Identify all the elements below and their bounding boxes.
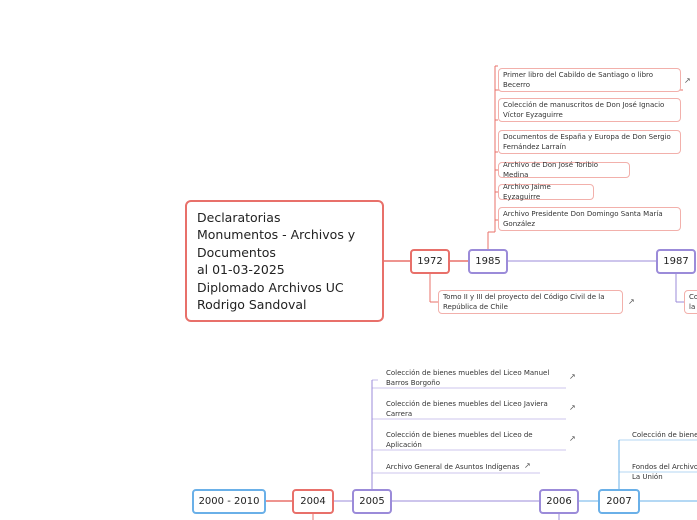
leaf-2007-1[interactable]: Colección de bienes	[628, 428, 697, 440]
year-label: 1987	[663, 256, 689, 267]
leaf-2005-4[interactable]: Archivo General de Asuntos Indígenas	[382, 460, 532, 472]
year-label: 2006	[546, 496, 572, 507]
year-2004-node[interactable]: 2004	[292, 489, 334, 514]
leaf-2007-2[interactable]: Fondos del Archivo La Unión	[628, 450, 697, 481]
leaf-text: Colección de bienes	[632, 431, 697, 439]
year-label: 1972	[417, 256, 443, 267]
year-2005-node[interactable]: 2005	[352, 489, 392, 514]
leaf-1985-6[interactable]: Archivo Presidente Don Domingo Santa Mar…	[498, 207, 681, 231]
leaf-1985-5[interactable]: Archivo Jaime Eyzaguirre	[498, 183, 594, 201]
year-label: 2005	[359, 496, 385, 507]
external-link-icon[interactable]: ↗	[569, 403, 577, 412]
year-label: 2000 - 2010	[198, 496, 260, 507]
leaf-2005-2[interactable]: Colección de bienes muebles del Liceo Ja…	[382, 397, 562, 419]
period-2000-2010-node[interactable]: 2000 - 2010	[192, 489, 266, 514]
leaf-text: Primer libro del Cabildo de Santiago o l…	[503, 71, 654, 89]
root-topic[interactable]: Declaratorias Monumentos - Archivos y Do…	[185, 200, 384, 322]
year-label: 2007	[606, 496, 632, 507]
external-link-icon[interactable]: ↗	[628, 297, 636, 306]
leaf-text: Tomo II y III del proyecto del Código Ci…	[443, 293, 605, 311]
external-link-icon[interactable]: ↗	[524, 461, 532, 470]
leaf-1985-2[interactable]: Colección de manuscritos de Don José Ign…	[498, 98, 681, 122]
leaf-text: Colección de bienes muebles del Liceo Ma…	[386, 369, 550, 387]
leaf-2005-1[interactable]: Colección de bienes muebles del Liceo Ma…	[382, 366, 562, 388]
leaf-1985-4[interactable]: Archivo de Don José Toribio Medina	[498, 161, 630, 179]
year-1972-node[interactable]: 1972	[410, 249, 450, 274]
leaf-1985-1[interactable]: Primer libro del Cabildo de Santiago o l…	[498, 68, 681, 92]
leaf-1985-3[interactable]: Documentos de España y Europa de Don Ser…	[498, 130, 681, 154]
leaf-text: Archivo Presidente Don Domingo Santa Mar…	[503, 210, 663, 228]
root-title: Declaratorias Monumentos - Archivos y Do…	[197, 209, 356, 313]
year-label: 2004	[300, 496, 326, 507]
leaf-text: Colección de bienes muebles del Liceo Ja…	[386, 400, 548, 418]
year-1985-node[interactable]: 1985	[468, 249, 508, 274]
leaf-1987-1[interactable]: Co la	[684, 290, 697, 314]
external-link-icon[interactable]: ↗	[569, 434, 577, 443]
year-2007-node[interactable]: 2007	[598, 489, 640, 514]
leaf-text: Colección de bienes muebles del Liceo de…	[386, 431, 533, 449]
leaf-text: Archivo de Don José Toribio Medina	[503, 161, 599, 179]
leaf-text: Archivo General de Asuntos Indígenas	[386, 463, 520, 471]
leaf-text: Colección de manuscritos de Don José Ign…	[503, 101, 665, 119]
external-link-icon[interactable]: ↗	[569, 372, 577, 381]
leaf-text: Co la	[689, 293, 697, 311]
year-2006-node[interactable]: 2006	[539, 489, 579, 514]
leaf-1972-1[interactable]: Tomo II y III del proyecto del Código Ci…	[438, 290, 623, 314]
year-1987-node[interactable]: 1987	[656, 249, 696, 274]
leaf-text: Archivo Jaime Eyzaguirre	[503, 183, 551, 201]
year-label: 1985	[475, 256, 501, 267]
leaf-text: Documentos de España y Europa de Don Ser…	[503, 133, 671, 151]
leaf-2005-3[interactable]: Colección de bienes muebles del Liceo de…	[382, 428, 562, 450]
external-link-icon[interactable]: ↗	[684, 76, 692, 85]
